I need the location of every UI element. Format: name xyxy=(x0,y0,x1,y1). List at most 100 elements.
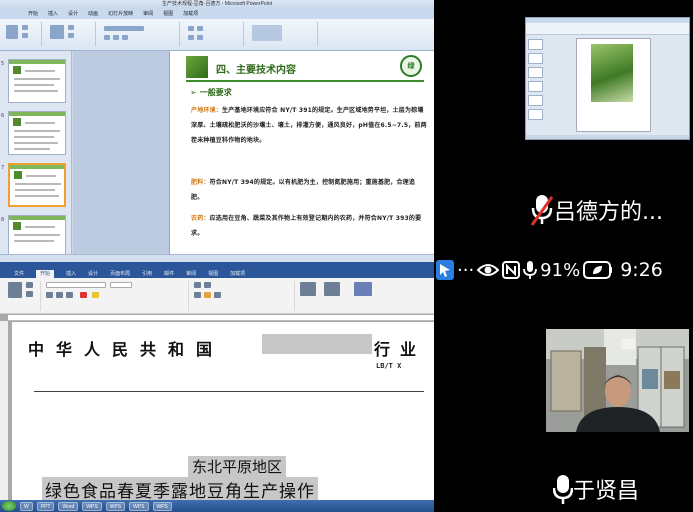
new-slide-icon[interactable] xyxy=(50,25,64,39)
participant-screen-thumbnail[interactable] xyxy=(525,17,690,140)
slide-paragraph-fertilizer: 肥料：符合NY/T 394的规定。以有机肥为主，控制氮肥施用；重施基肥，合理追肥… xyxy=(191,179,416,201)
font-size-box[interactable] xyxy=(110,282,132,288)
layout-icon[interactable] xyxy=(68,25,74,30)
slide-thumbnail[interactable] xyxy=(8,59,66,103)
word-tab-active[interactable]: 开始 xyxy=(36,270,55,278)
align-left-icon[interactable] xyxy=(194,292,201,298)
green-food-logo: 绿 xyxy=(400,55,422,77)
copy-icon[interactable] xyxy=(26,291,33,297)
slide-header: 四、主要技术内容 绿 xyxy=(186,55,424,79)
start-button-icon[interactable] xyxy=(2,501,16,511)
battery-saver-icon xyxy=(583,261,613,279)
align-center-icon[interactable] xyxy=(197,35,203,40)
word-tab[interactable]: 页面布局 xyxy=(110,270,130,278)
word-tab[interactable]: 邮件 xyxy=(164,270,174,278)
ppt-status-bar xyxy=(0,254,434,262)
word-tab[interactable]: 加载项 xyxy=(230,270,245,278)
word-tab[interactable]: 审阅 xyxy=(186,270,196,278)
word-tab[interactable]: 设计 xyxy=(88,270,98,278)
battery-percent: 91% xyxy=(540,259,581,281)
slide-thumbnail[interactable] xyxy=(8,111,66,155)
clock-time: 9:26 xyxy=(620,259,663,281)
slide-thumbnail-pane: 5 6 7 8 xyxy=(0,51,72,262)
reset-icon[interactable] xyxy=(68,33,74,38)
slide-paragraph-pesticide: 农药：应选用在豆角、蔬菜及其作物上有效登记期内的农药，并符合NY/T 393的要… xyxy=(191,215,422,237)
document-page[interactable]: 中华人民共和国 行业 LB/T X 东北平原地区 绿色食品春夏季露地豆角生产操作 xyxy=(12,322,434,502)
highlight-icon[interactable] xyxy=(92,292,99,298)
underline-icon[interactable] xyxy=(66,292,73,298)
ppt-ribbon-group xyxy=(248,22,318,46)
paste-icon[interactable] xyxy=(8,282,22,298)
taskbar-item[interactable]: WPS xyxy=(82,501,102,511)
bold-icon[interactable] xyxy=(46,292,53,298)
taskbar-item[interactable]: WPS xyxy=(105,501,126,511)
ppt-tab[interactable]: 加载项 xyxy=(183,9,198,19)
copy-icon[interactable] xyxy=(22,33,28,38)
slide-thumbnail-selected[interactable] xyxy=(8,163,66,207)
taskbar-item[interactable]: WPS xyxy=(129,501,149,511)
underline-icon[interactable] xyxy=(122,35,128,40)
doc-header-tail: 行业 xyxy=(374,340,427,359)
font-color-icon[interactable] xyxy=(80,292,87,298)
ppt-ribbon-group xyxy=(100,22,180,46)
italic-icon[interactable] xyxy=(113,35,119,40)
taskbar-item[interactable]: Word xyxy=(58,501,79,511)
participant-name-row: 吕德方的... xyxy=(530,193,663,227)
font-name-box[interactable] xyxy=(46,282,106,288)
word-tab[interactable]: 文件 xyxy=(14,270,24,278)
font-box[interactable] xyxy=(104,26,144,31)
horizontal-ruler xyxy=(8,315,434,321)
paste-icon[interactable] xyxy=(6,25,18,39)
eye-icon xyxy=(477,264,500,276)
italic-icon[interactable] xyxy=(56,292,63,298)
save-to-baidu-icon[interactable] xyxy=(354,282,372,296)
leaf-image xyxy=(186,56,208,78)
mic-icon xyxy=(553,475,573,504)
word-tab[interactable]: 视图 xyxy=(208,270,218,278)
location-pin-icon xyxy=(436,260,454,280)
taskbar-item[interactable]: WPS xyxy=(152,501,172,511)
align-right-icon[interactable] xyxy=(214,292,221,298)
word-tab[interactable]: 插入 xyxy=(66,270,76,278)
ppt-tab[interactable]: 审阅 xyxy=(143,9,153,19)
align-center-icon[interactable] xyxy=(204,292,211,298)
taskbar-item[interactable]: W xyxy=(20,501,33,511)
ribbon-separator xyxy=(294,281,295,311)
header-rule xyxy=(34,391,424,392)
meeting-window: 生产技术规程-豆角-吕德方 - Microsoft PowerPoint 开始 … xyxy=(0,0,693,512)
ppt-tab[interactable]: 视图 xyxy=(163,9,173,19)
ppt-tab[interactable]: 开始 xyxy=(28,9,38,19)
numbering-icon[interactable] xyxy=(204,282,211,288)
slide-title: 四、主要技术内容 xyxy=(216,65,296,76)
align-left-icon[interactable] xyxy=(188,35,194,40)
ppt-tab[interactable]: 设计 xyxy=(68,9,78,19)
ppt-tab[interactable]: 动画 xyxy=(88,9,98,19)
numbering-icon[interactable] xyxy=(197,26,203,31)
ppt-window-title: 生产技术规程-豆角-吕德方 - Microsoft PowerPoint xyxy=(0,0,434,9)
current-slide[interactable]: 四、主要技术内容 绿 ➢ 一般要求 产地环境：生产基地环境应符合 NY/T 391… xyxy=(169,51,434,262)
bullets-icon[interactable] xyxy=(194,282,201,288)
cut-icon[interactable] xyxy=(26,282,33,288)
edit-icon[interactable] xyxy=(324,282,340,296)
bold-icon[interactable] xyxy=(104,35,110,40)
vertical-ruler xyxy=(0,321,8,500)
word-title-bar xyxy=(0,262,434,270)
word-tab[interactable]: 引用 xyxy=(142,270,152,278)
bullets-icon[interactable] xyxy=(188,26,194,31)
shapes-gallery[interactable] xyxy=(252,25,282,41)
styles-icon[interactable] xyxy=(300,282,316,296)
slide-divider xyxy=(186,80,424,82)
cut-icon[interactable] xyxy=(22,25,28,30)
doc-name-heading: 绿色食品春夏季露地豆角生产操作 xyxy=(42,477,318,502)
slide-editing-area: 四、主要技术内容 绿 ➢ 一般要求 产地环境：生产基地环境应符合 NY/T 391… xyxy=(73,51,434,262)
ppt-tab[interactable]: 幻灯片放映 xyxy=(108,9,133,19)
slide-thumbnail[interactable] xyxy=(8,215,66,259)
ppt-tab[interactable]: 插入 xyxy=(48,9,58,19)
taskbar-item[interactable]: PPT xyxy=(36,501,55,511)
slide-number: 6 xyxy=(1,113,5,119)
ppt-ribbon-group xyxy=(184,22,244,46)
ribbon-separator xyxy=(188,281,189,311)
participant-video[interactable] xyxy=(546,329,689,432)
standard-number: LB/T X xyxy=(376,362,402,370)
arrow-bullet-icon: ➢ xyxy=(190,88,197,97)
